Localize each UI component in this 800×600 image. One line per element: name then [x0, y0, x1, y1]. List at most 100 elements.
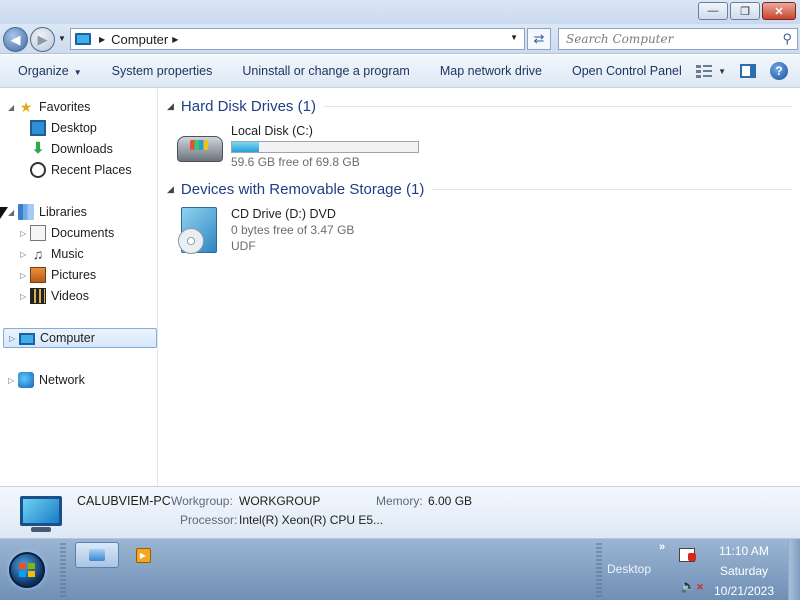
nav-favorites[interactable]: ◢ ★ Favorites — [8, 97, 90, 117]
memory-value: 6.00 GB — [428, 494, 473, 508]
nav-libraries[interactable]: ◢ Libraries — [8, 202, 87, 222]
open-control-panel-button[interactable]: Open Control Panel — [557, 64, 697, 78]
film-strip-icon — [30, 288, 46, 304]
music-note-icon: ♫ — [32, 246, 44, 262]
collapsed-arrow-icon[interactable]: ▷ — [8, 376, 18, 385]
network-icon — [18, 372, 34, 388]
desktop-icon — [30, 120, 46, 136]
nav-downloads-label: Downloads — [51, 142, 113, 156]
mouse-cursor-icon — [0, 207, 8, 219]
workgroup-value: WORKGROUP — [239, 494, 321, 508]
hard-disk-icon — [177, 136, 223, 162]
command-bar: Organize ▼ System properties Uninstall or… — [0, 55, 800, 88]
drive-name: CD Drive (D:) DVD — [231, 207, 336, 221]
workgroup-label: Workgroup: — [171, 494, 233, 508]
star-icon: ★ — [19, 99, 33, 115]
collapsed-arrow-icon[interactable]: ▷ — [20, 250, 30, 259]
expanded-arrow-icon[interactable]: ◢ — [8, 103, 18, 112]
group-title: Devices with Removable Storage (1) — [180, 181, 425, 198]
collapsed-arrow-icon[interactable]: ▷ — [20, 229, 30, 238]
group-title: Hard Disk Drives (1) — [180, 98, 316, 115]
breadcrumb-arrow-icon[interactable]: ▶ — [99, 35, 105, 44]
nav-videos[interactable]: ▷ Videos — [20, 286, 89, 306]
search-input[interactable] — [566, 32, 766, 46]
nav-downloads[interactable]: ⬇ Downloads — [30, 139, 113, 159]
group-header-removable-storage[interactable]: ◢ Devices with Removable Storage (1) — [167, 181, 792, 198]
map-network-drive-button[interactable]: Map network drive — [425, 64, 557, 78]
folder-icon — [89, 549, 105, 561]
drive-cd-d[interactable]: CD Drive (D:) DVD 0 bytes free of 3.47 G… — [177, 207, 437, 259]
collapsed-arrow-icon[interactable]: ▷ — [20, 271, 30, 280]
expanded-arrow-icon[interactable]: ◢ — [167, 184, 174, 195]
close-button[interactable]: ✕ — [762, 2, 796, 20]
change-view-icon[interactable] — [696, 64, 713, 78]
expanded-arrow-icon[interactable]: ◢ — [167, 101, 174, 112]
view-options-dropdown[interactable]: ▼ — [718, 67, 726, 76]
nav-desktop[interactable]: Desktop — [30, 118, 97, 138]
download-arrow-icon: ⬇ — [31, 140, 45, 157]
libraries-icon — [18, 204, 34, 220]
computer-icon — [20, 496, 62, 532]
uninstall-program-button[interactable]: Uninstall or change a program — [227, 64, 424, 78]
nav-computer-label: Computer — [40, 331, 95, 345]
show-desktop-button[interactable] — [788, 539, 800, 600]
organize-label: Organize — [18, 64, 69, 78]
search-box[interactable]: ⚲ — [558, 28, 798, 50]
drive-free-space: 59.6 GB free of 69.8 GB — [231, 155, 360, 169]
minimize-button[interactable]: — — [698, 2, 728, 20]
volume-muted-icon[interactable]: 🔈✕ — [680, 578, 704, 594]
nav-pictures-label: Pictures — [51, 268, 97, 282]
drive-local-disk-c[interactable]: Local Disk (C:) 59.6 GB free of 69.8 GB — [177, 124, 437, 174]
system-clock[interactable]: 11:10 AM Saturday 10/21/2023 — [703, 541, 785, 600]
taskbar-grip[interactable] — [596, 543, 602, 597]
recent-pages-dropdown[interactable]: ▼ — [58, 34, 66, 43]
taskbar-explorer-button[interactable] — [75, 542, 119, 568]
restore-button[interactable]: ❐ — [730, 2, 760, 20]
start-button[interactable] — [9, 552, 45, 588]
desktop-toolbar-label[interactable]: Desktop — [607, 562, 651, 576]
refresh-button[interactable]: ⇄ — [527, 28, 551, 50]
pc-name: CALUBVIEM-PC — [77, 494, 171, 508]
nav-network[interactable]: ▷ Network — [8, 370, 85, 390]
search-icon[interactable]: ⚲ — [782, 31, 792, 47]
clock-time: 11:10 AM — [719, 544, 769, 558]
drive-name: Local Disk (C:) — [231, 124, 313, 138]
taskbar-grip[interactable] — [60, 543, 66, 597]
nav-documents[interactable]: ▷ Documents — [20, 223, 114, 243]
organize-button[interactable]: Organize ▼ — [0, 64, 97, 78]
group-header-hard-disks[interactable]: ◢ Hard Disk Drives (1) — [167, 98, 792, 115]
nav-videos-label: Videos — [51, 289, 89, 303]
nav-music-label: Music — [51, 247, 84, 261]
nav-pictures[interactable]: ▷ Pictures — [20, 265, 96, 285]
address-history-dropdown[interactable]: ▼ — [510, 33, 518, 42]
breadcrumb-computer[interactable]: Computer — [111, 32, 168, 47]
nav-recent-places[interactable]: Recent Places — [30, 160, 132, 180]
back-button[interactable]: ◀ — [3, 27, 28, 52]
address-bar[interactable]: ▶ Computer ▶ ▼ — [70, 28, 525, 50]
breadcrumb-arrow-icon[interactable]: ▶ — [172, 35, 178, 44]
title-bar: — ❐ ✕ — [0, 0, 800, 24]
forward-button[interactable]: ▶ — [30, 27, 55, 52]
expanded-arrow-icon[interactable]: ◢ — [8, 208, 18, 217]
system-properties-button[interactable]: System properties — [97, 64, 228, 78]
drive-usage-fill — [232, 142, 260, 152]
nav-documents-label: Documents — [51, 226, 115, 240]
nav-network-label: Network — [39, 373, 85, 387]
taskbar-media-player-button[interactable]: ▶ — [128, 542, 158, 568]
details-pane: CALUBVIEM-PC Workgroup: WORKGROUP Memory… — [0, 486, 800, 538]
preview-pane-icon[interactable] — [740, 64, 756, 78]
collapsed-arrow-icon[interactable]: ▷ — [20, 292, 30, 301]
view-controls: ▼ ? — [696, 62, 788, 80]
media-player-icon: ▶ — [135, 547, 151, 563]
dvd-drive-icon — [178, 207, 217, 254]
action-center-icon[interactable] — [679, 548, 696, 562]
collapsed-arrow-icon[interactable]: ▷ — [9, 334, 19, 343]
memory-label: Memory: — [376, 494, 423, 508]
nav-music[interactable]: ▷ ♫ Music — [20, 244, 84, 264]
pictures-icon — [30, 267, 46, 283]
chevron-right-icon[interactable]: » — [659, 541, 665, 553]
computer-icon — [75, 33, 91, 45]
help-icon[interactable]: ? — [770, 62, 788, 80]
nav-computer[interactable]: ▷ Computer — [3, 328, 157, 348]
taskbar: ▶ Desktop » 🔈✕ 11:10 AM Saturday 10/21/2… — [0, 538, 800, 600]
